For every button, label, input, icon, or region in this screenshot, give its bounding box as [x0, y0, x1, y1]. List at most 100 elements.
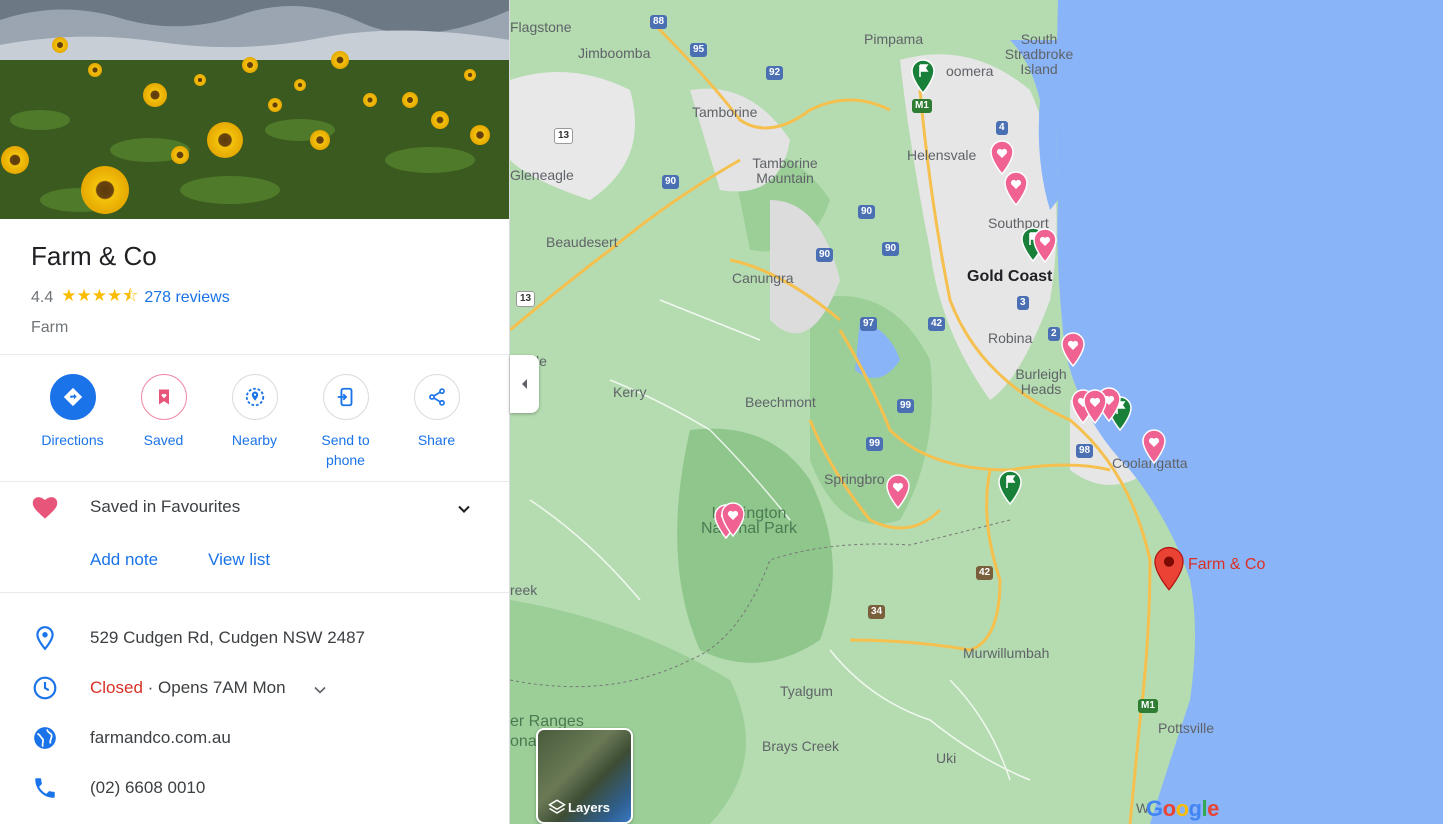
address-row[interactable]: 529 Cudgen Rd, Cudgen NSW 2487 — [0, 623, 509, 653]
route-shield: 90 — [882, 242, 900, 256]
route-shield: 90 — [662, 175, 680, 189]
green-flag-pin-icon[interactable] — [910, 58, 936, 94]
map-label-flagstone: Flagstone — [510, 19, 572, 35]
map-label-tamborine: Tamborine — [692, 104, 758, 120]
saved-place-heart-icon[interactable] — [720, 501, 746, 537]
route-shield: 99 — [866, 437, 884, 451]
route-shield: M1 — [912, 99, 932, 113]
website-row[interactable]: farmandco.com.au — [0, 723, 509, 753]
heart-icon — [32, 497, 58, 519]
map-label-gold-coast: Gold Coast — [967, 268, 1053, 285]
saved-list-row[interactable]: Saved in Favourites — [0, 494, 509, 522]
location-pin-icon — [36, 626, 54, 651]
map-label-jimboomba: Jimboomba — [578, 45, 651, 61]
map-label-border-ranges-2: ona — [510, 733, 537, 750]
route-shield: 88 — [650, 15, 668, 29]
map-label-murwillumbah: Murwillumbah — [963, 645, 1050, 661]
route-shield: 2 — [1048, 327, 1060, 341]
map-label-pimpama: Pimpama — [864, 31, 924, 47]
route-shield: 42 — [976, 566, 994, 580]
place-photo[interactable] — [0, 0, 509, 219]
phone-icon — [35, 778, 55, 798]
route-shield: M1 — [1138, 699, 1158, 713]
saved-in-favourites-text: Saved in Favourites — [90, 497, 241, 516]
action-buttons: Directions Saved Nearby Send to phone Sh… — [27, 374, 482, 470]
saved-place-heart-icon[interactable] — [1032, 227, 1058, 263]
layers-icon — [548, 799, 566, 814]
phone-text: (02) 6608 0010 — [90, 778, 206, 797]
route-shield: 92 — [766, 66, 784, 80]
map-label-border-ranges: er Ranges — [510, 713, 584, 730]
map-label-tyalgum: Tyalgum — [780, 683, 833, 699]
place-category: Farm — [31, 319, 69, 336]
map-label-coomera: oomera — [946, 63, 994, 79]
map-label-beechmont: Beechmont — [745, 394, 816, 410]
directions-icon — [63, 387, 82, 407]
map-label-robina: Robina — [988, 330, 1033, 346]
saved-place-heart-icon[interactable] — [885, 473, 911, 509]
directions-button[interactable]: Directions — [27, 374, 118, 470]
saved-links: Add note View list — [90, 550, 270, 570]
route-shield: 90 — [816, 248, 834, 262]
directions-label: Directions — [41, 432, 104, 448]
send-to-phone-label: Send to phone — [321, 432, 370, 468]
chevron-down-icon[interactable] — [310, 680, 330, 700]
route-shield: 34 — [868, 605, 886, 619]
route-shield: 13 — [516, 291, 536, 307]
add-note-link[interactable]: Add note — [90, 550, 158, 570]
green-flag-pin-icon[interactable] — [997, 469, 1023, 505]
bookmark-icon — [158, 389, 169, 405]
website-text: farmandco.com.au — [90, 728, 231, 747]
selected-place-pin-icon[interactable] — [1152, 545, 1186, 591]
saved-place-heart-icon[interactable] — [1082, 388, 1108, 424]
place-panel: Farm & Co 4.4 ★★★★⯪ 278 reviews Farm Dir… — [0, 0, 510, 824]
route-shield: 90 — [858, 205, 876, 219]
share-button[interactable]: Share — [391, 374, 482, 470]
layers-button[interactable]: Layers — [536, 728, 633, 824]
collapse-panel-button[interactable] — [510, 355, 539, 413]
phone-row[interactable]: (02) 6608 0010 — [0, 773, 509, 803]
place-title: Farm & Co — [31, 241, 157, 271]
divider — [0, 354, 509, 355]
google-logo: Google — [1146, 796, 1219, 821]
route-shield: 42 — [928, 317, 946, 331]
rating-row: 4.4 ★★★★⯪ 278 reviews — [0, 272, 509, 312]
send-to-phone-icon — [337, 387, 352, 407]
map-label-springbrook: Springbro — [824, 471, 885, 487]
route-shield: 95 — [690, 43, 708, 57]
map-base — [510, 0, 1443, 824]
send-to-phone-button[interactable]: Send to phone — [300, 374, 391, 470]
chevron-down-icon[interactable] — [454, 499, 474, 519]
globe-icon — [34, 727, 56, 749]
hours-text: Closed · Opens 7AM Mon — [90, 678, 286, 698]
star-rating-icon: ★★★★⯪ — [61, 286, 139, 305]
saved-place-heart-icon[interactable] — [1060, 331, 1086, 367]
share-icon — [428, 388, 445, 406]
nearby-icon — [245, 387, 264, 407]
map-label-farm-and-co: Farm & Co — [1188, 556, 1266, 573]
saved-place-heart-icon[interactable] — [1141, 428, 1167, 464]
nearby-button[interactable]: Nearby — [209, 374, 300, 470]
layers-label: Layers — [568, 800, 610, 815]
saved-button[interactable]: Saved — [118, 374, 209, 470]
map-label-helensvale: Helensvale — [907, 147, 977, 163]
map-label-pottsville: Pottsville — [1158, 720, 1215, 736]
nearby-label: Nearby — [231, 432, 278, 448]
saved-place-heart-icon[interactable] — [1003, 170, 1029, 206]
caret-left-icon — [521, 379, 527, 389]
map-label-south-stradbroke: South Stradbroke Island — [1004, 31, 1074, 77]
address-text: 529 Cudgen Rd, Cudgen NSW 2487 — [90, 628, 366, 647]
map-canvas[interactable]: Flagstone Jimboomba Pimpama oomera South… — [510, 0, 1443, 824]
share-label: Share — [417, 432, 456, 448]
hours-detail: · Opens 7AM Mon — [142, 678, 286, 697]
map-label-brays-creek: Brays Creek — [762, 738, 840, 754]
hours-row[interactable]: Closed · Opens 7AM Mon — [0, 673, 509, 703]
view-list-link[interactable]: View list — [208, 550, 270, 570]
map-label-creek: reek — [510, 582, 538, 598]
hours-status: Closed — [90, 678, 143, 697]
rating-value: 4.4 — [31, 288, 54, 306]
google-maps-app: Farm & Co 4.4 ★★★★⯪ 278 reviews Farm Dir… — [0, 0, 1443, 824]
reviews-link[interactable]: 278 reviews — [144, 289, 229, 307]
saved-label: Saved — [143, 432, 184, 448]
map-label-canungra: Canungra — [732, 270, 794, 286]
